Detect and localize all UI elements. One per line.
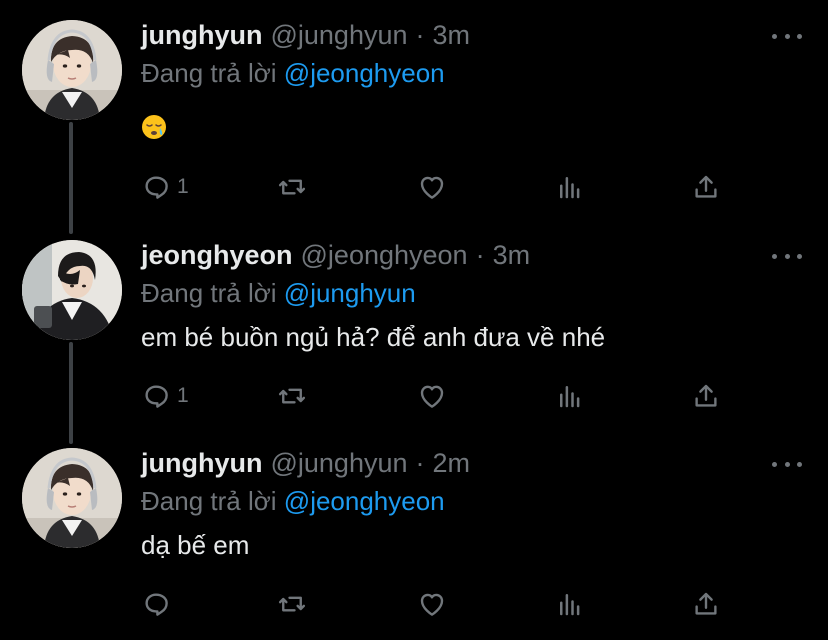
analytics-icon [560, 594, 580, 616]
user-handle[interactable]: @junghyun [270, 20, 407, 51]
like-button[interactable] [417, 587, 447, 621]
retweet-icon [278, 179, 306, 195]
tweet[interactable]: junghyun @junghyun · 2m Đang trả lời @je… [0, 448, 828, 638]
more-options-button[interactable] [772, 26, 802, 46]
avatar[interactable] [22, 448, 122, 548]
retweet-button[interactable] [277, 587, 307, 621]
timestamp[interactable]: 3m [433, 20, 471, 51]
retweet-icon [278, 388, 306, 404]
replying-to-prefix: Đang trả lời [141, 278, 277, 308]
more-icon-dot [797, 33, 802, 39]
avatar-photo [22, 240, 122, 340]
user-handle[interactable]: @junghyun [270, 448, 407, 479]
reply-mention-link[interactable]: @jeonghyeon [284, 58, 445, 88]
analytics-button[interactable] [555, 587, 585, 621]
sleepy-face-emoji [142, 115, 166, 139]
reply-mention-link[interactable]: @junghyun [284, 278, 416, 308]
like-icon [420, 385, 444, 408]
like-button[interactable] [417, 170, 447, 204]
reply-mention-link[interactable]: @jeonghyeon [284, 486, 445, 516]
reply-button[interactable]: 1 [141, 170, 189, 204]
separator-dot: · [415, 20, 425, 50]
retweet-icon [278, 596, 306, 612]
like-button[interactable] [417, 379, 447, 413]
more-icon [772, 461, 777, 467]
reply-count: 1 [177, 175, 189, 198]
retweet-button[interactable] [277, 170, 307, 204]
timestamp[interactable]: 3m [493, 240, 531, 271]
like-icon [420, 593, 444, 616]
tweet-actions: 1 [141, 379, 741, 413]
tweet-actions [141, 587, 741, 621]
share-icon [695, 592, 717, 615]
separator-dot: · [475, 240, 485, 270]
reply-icon [145, 176, 168, 199]
display-name[interactable]: junghyun [141, 20, 262, 51]
tweet-header: junghyun @junghyun · 3m [141, 20, 470, 54]
tweet[interactable]: junghyun @junghyun · 3m Đang trả lời @je… [0, 20, 828, 210]
share-icon [695, 384, 717, 407]
analytics-button[interactable] [555, 379, 585, 413]
analytics-icon [560, 386, 580, 408]
avatar[interactable] [22, 240, 122, 340]
more-icon-dot [784, 253, 790, 259]
like-icon [420, 176, 444, 199]
separator-dot: · [415, 448, 425, 478]
replying-to: Đang trả lời @jeonghyeon [141, 486, 445, 517]
more-options-button[interactable] [772, 454, 802, 474]
analytics-button[interactable] [555, 170, 585, 204]
more-icon-dot [784, 461, 790, 467]
more-options-button[interactable] [772, 246, 802, 266]
replying-to: Đang trả lời @junghyun [141, 278, 416, 309]
reply-button[interactable] [141, 587, 171, 621]
more-icon-dot [797, 461, 802, 467]
reply-icon [145, 385, 168, 408]
avatar-photo [22, 20, 122, 120]
tweet[interactable]: jeonghyeon @jeonghyeon · 3m Đang trả lời… [0, 240, 828, 430]
display-name[interactable]: jeonghyeon [141, 240, 293, 271]
tweet-header: junghyun @junghyun · 2m [141, 448, 470, 482]
reply-icon [145, 593, 168, 616]
display-name[interactable]: junghyun [141, 448, 262, 479]
reply-button[interactable]: 1 [141, 379, 189, 413]
more-icon-dot [797, 253, 802, 259]
timestamp[interactable]: 2m [433, 448, 471, 479]
tweet-text: dạ bế em [141, 530, 250, 560]
share-button[interactable] [691, 170, 721, 204]
analytics-icon [560, 177, 580, 199]
replying-to: Đang trả lời @jeonghyeon [141, 58, 445, 89]
user-handle[interactable]: @jeonghyeon [301, 240, 468, 271]
replying-to-prefix: Đang trả lời [141, 486, 277, 516]
avatar-photo [22, 448, 122, 548]
reply-count: 1 [177, 384, 189, 407]
share-button[interactable] [691, 587, 721, 621]
avatar[interactable] [22, 20, 122, 120]
retweet-button[interactable] [277, 379, 307, 413]
share-icon [695, 175, 717, 198]
reply-thread: junghyun @junghyun · 3m Đang trả lời @je… [0, 0, 828, 640]
tweet-header: jeonghyeon @jeonghyeon · 3m [141, 240, 530, 274]
more-icon [772, 253, 777, 259]
replying-to-prefix: Đang trả lời [141, 58, 277, 88]
more-icon [772, 33, 777, 39]
tweet-actions: 1 [141, 170, 741, 204]
share-button[interactable] [691, 379, 721, 413]
tweet-text: em bé buồn ngủ hả? để anh đưa về nhé [141, 322, 606, 352]
more-icon-dot [784, 33, 790, 39]
